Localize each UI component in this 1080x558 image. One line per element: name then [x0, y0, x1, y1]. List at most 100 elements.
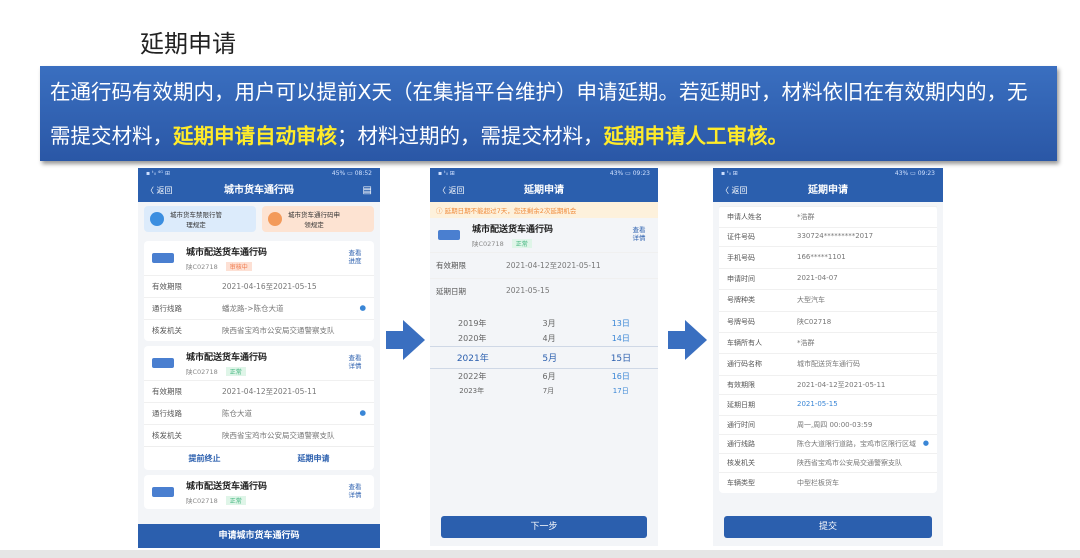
field-row: 通行线路 陈仓大道限行道路，宝鸡市区限行区域 ●	[719, 434, 937, 453]
status-badge: 正常	[225, 496, 246, 505]
field-label: 核发机关	[152, 326, 182, 335]
back-button[interactable]: 〈 返回	[146, 180, 173, 202]
field-row: 车辆所有人 *浩群	[719, 331, 937, 353]
application-details: 申请人姓名 *浩群 证件号码 330724*********2017 手机号码 166**…	[719, 206, 937, 494]
month: 5月	[542, 354, 558, 364]
field-value: 2021-04-12至2021-05-11	[506, 261, 601, 270]
submit-button[interactable]: 提交	[724, 516, 932, 538]
shortcut-label: 城市货车通行码申领规定	[288, 211, 340, 229]
document-icon	[150, 212, 164, 226]
date-picker[interactable]: 2019年 3月 13日 2020年 4月 14日 2021年 5月 15日 2022年 6月…	[430, 304, 658, 398]
year: 2022年	[458, 372, 487, 381]
banner-text: ；材料过期的，需提交材料，	[337, 124, 604, 148]
month: 3月	[542, 319, 556, 328]
year: 2020年	[458, 334, 487, 343]
field-label: 通行线路	[727, 440, 755, 448]
field-row: 核发机关 陕西省宝鸡市公安局交通警察支队	[719, 453, 937, 472]
day: 16日	[611, 372, 630, 381]
field-value: 大型汽车	[797, 296, 825, 305]
pass-name: 城市配送货车通行码	[186, 482, 268, 492]
field-row: 证件号码 330724*********2017	[719, 227, 937, 246]
field-label: 号牌号码	[727, 317, 755, 326]
view-progress-link[interactable]: 查看进度	[346, 249, 364, 265]
field-value: 2021-04-12至2021-05-11	[222, 387, 317, 396]
field-label: 通行线路	[152, 304, 182, 313]
field-value: 周一,周四 00:00-03:59	[797, 421, 873, 429]
field-row: 通行码名称 城市配送货车通行码	[719, 353, 937, 374]
picker-row[interactable]: 2019年 3月 13日	[430, 316, 658, 331]
status-right: 43% ▭ 09:23	[609, 170, 650, 177]
month: 7月	[542, 387, 555, 395]
picker-row[interactable]: 2022年 6月 16日	[430, 369, 658, 384]
field-label: 有效期限	[727, 380, 755, 389]
header: 〈 返回 延期申请	[713, 180, 943, 202]
view-details-link[interactable]: 查看详情	[346, 354, 364, 370]
field-label: 号牌种类	[727, 296, 755, 305]
arrow-icon	[403, 320, 425, 360]
view-details-link[interactable]: 查看详情	[630, 226, 648, 242]
location-icon[interactable]: ●	[923, 439, 929, 449]
description-banner: 在通行码有效期内，用户可以提前X天（在集指平台维护）申请延期。若延期时，材料依旧…	[40, 66, 1057, 161]
document-icon	[268, 212, 282, 226]
truck-icon	[438, 230, 460, 240]
arrow-icon	[685, 320, 707, 360]
apply-pass-button[interactable]: 申请城市货车通行码	[138, 524, 380, 548]
header-title: 延期申请	[808, 185, 848, 196]
arrow-icon	[386, 331, 404, 349]
terminate-early-button[interactable]: 提前终止	[189, 453, 221, 464]
field-row: 申请时间 2021-04-07	[719, 267, 937, 289]
field-label: 有效期限	[152, 387, 182, 396]
document-icon[interactable]: ▤	[363, 180, 372, 202]
back-button[interactable]: 〈 返回	[438, 180, 465, 202]
plate: 陕C02718	[472, 240, 504, 248]
field-row: 车辆类型 中型栏板货车	[719, 472, 937, 493]
arrow-icon	[668, 331, 686, 349]
picker-row[interactable]: 2023年 7月 17日	[430, 384, 658, 398]
picker-row-selected[interactable]: 2021年 5月 15日	[430, 346, 658, 369]
year: 2019年	[458, 319, 487, 328]
pass-name: 城市配送货车通行码	[472, 225, 554, 235]
field-value: 陈仓大道限行道路，宝鸡市区限行区域	[797, 440, 916, 448]
field-label: 通行码名称	[727, 360, 762, 369]
notice-bar: ⓘ 延期日期不能超过7天，您还剩余2次延期机会	[430, 202, 658, 218]
location-icon[interactable]: ●	[359, 303, 366, 314]
field-row: 申请人姓名 *浩群	[719, 206, 937, 227]
status-left: ▪ ᵗᵢₗ ⁴ᴳ ⊞	[146, 170, 170, 177]
extension-apply-button[interactable]: 延期申请	[298, 453, 330, 464]
shortcut-apply-rules[interactable]: 城市货车通行码申领规定	[262, 206, 374, 232]
field-value: 2021-04-12至2021-05-11	[797, 380, 886, 389]
extension-date-field[interactable]: 2021-05-15	[506, 286, 652, 297]
day: 14日	[611, 334, 630, 343]
status-bar: ▪ ᵗᵢₗ ⁴ᴳ ⊞ 45% ▭ 08:52	[138, 168, 380, 180]
pass-name: 城市配送货车通行码	[186, 353, 268, 363]
day: 15日	[610, 354, 632, 364]
phone-screen-list: ▪ ᵗᵢₗ ⁴ᴳ ⊞ 45% ▭ 08:52 〈 返回 城市货车通行码 ▤ 城市货车禁…	[138, 168, 380, 548]
back-button[interactable]: 〈 返回	[721, 180, 748, 202]
field-label: 延期日期	[436, 287, 466, 296]
location-icon[interactable]: ●	[359, 408, 366, 419]
pass-name: 城市配送货车通行码	[186, 248, 268, 258]
view-details-link[interactable]: 查看详情	[346, 483, 364, 499]
field-label: 延期日期	[727, 400, 755, 409]
truck-icon	[152, 253, 174, 263]
year: 2023年	[459, 387, 485, 395]
field-value: 城市配送货车通行码	[797, 360, 860, 369]
field-row: 通行时间 周一,周四 00:00-03:59	[719, 415, 937, 434]
field-label: 证件号码	[727, 233, 755, 242]
field-label: 申请人姓名	[727, 213, 762, 222]
header: 〈 返回 城市货车通行码 ▤	[138, 180, 380, 202]
status-right: 43% ▭ 09:23	[894, 170, 935, 177]
shortcut-rules[interactable]: 城市货车禁限行管理规定	[144, 206, 256, 232]
banner-highlight-manual: 延期申请人工审核。	[603, 124, 789, 148]
shortcuts: 城市货车禁限行管理规定 城市货车通行码申领规定	[138, 202, 380, 236]
next-button[interactable]: 下一步	[441, 516, 647, 538]
status-badge: 审核中	[225, 262, 252, 271]
field-label: 申请时间	[727, 274, 755, 283]
field-label: 通行线路	[152, 409, 182, 418]
status-left: ▪ ᵗᵢₗ ⊞	[438, 170, 455, 177]
picker-row[interactable]: 2020年 4月 14日	[430, 331, 658, 346]
field-label: 车辆所有人	[727, 339, 762, 348]
truck-icon	[152, 358, 174, 368]
field-value: 2021-05-15	[797, 399, 838, 408]
phone-screen-extension: ▪ ᵗᵢₗ ⊞ 43% ▭ 09:23 〈 返回 延期申请 ⓘ 延期日期不能超过7天…	[430, 168, 658, 546]
